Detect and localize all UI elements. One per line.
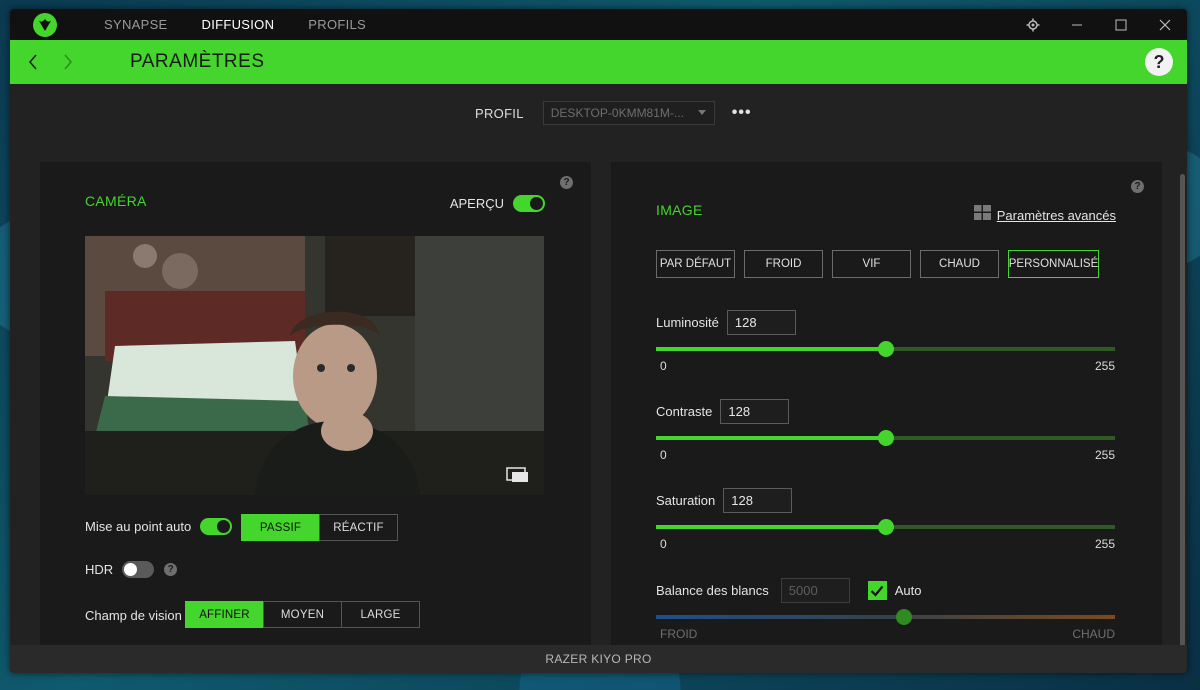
- window-controls: [1011, 9, 1187, 40]
- contrast-control: Contraste 128 0 255: [656, 399, 1115, 462]
- windows-icon: [973, 205, 991, 225]
- fov-selector: AFFINER MOYEN LARGE: [185, 601, 420, 628]
- page-title: PARAMÈTRES: [130, 51, 265, 72]
- close-icon[interactable]: [1143, 9, 1187, 40]
- contrast-slider-thumb[interactable]: [878, 430, 895, 446]
- scrollbar[interactable]: [1180, 174, 1185, 654]
- autofocus-row: Mise au point auto: [85, 518, 233, 535]
- focus-reactif-button[interactable]: RÉACTIF: [319, 514, 398, 541]
- more-options-button[interactable]: •••: [732, 104, 752, 122]
- brightness-slider[interactable]: [656, 341, 1115, 357]
- profile-value: DESKTOP-0KMM81M-...: [550, 106, 684, 120]
- hdr-help-icon[interactable]: ?: [164, 563, 178, 576]
- fov-moyen-button[interactable]: MOYEN: [263, 601, 342, 628]
- contrast-input[interactable]: 128: [720, 399, 790, 424]
- white-balance-auto-checkbox[interactable]: [867, 581, 887, 600]
- saturation-label: Saturation: [656, 493, 716, 508]
- checkmark-icon: [870, 585, 884, 597]
- razer-synapse-window: SYNAPSE DIFFUSION PROFILS PARAMÈTRES ? P…: [10, 9, 1187, 673]
- brightness-input[interactable]: 128: [726, 310, 796, 335]
- saturation-slider-thumb[interactable]: [878, 519, 895, 535]
- page-header: PARAMÈTRES ?: [10, 40, 1187, 84]
- preset-froid-button[interactable]: FROID: [744, 250, 823, 278]
- hdr-toggle[interactable]: [122, 561, 155, 578]
- preset-personnalise-button[interactable]: PERSONNALISÉ: [1008, 250, 1099, 278]
- camera-title: CAMÉRA: [85, 193, 147, 209]
- main-content: PROFIL DESKTOP-0KMM81M-... ••• ? CAMÉRA …: [10, 84, 1187, 654]
- autofocus-toggle[interactable]: [200, 518, 233, 535]
- fov-label: Champ de vision: [85, 608, 182, 623]
- device-name: RAZER KIYO PRO: [545, 652, 652, 666]
- advanced-settings-link[interactable]: Paramètres avancés: [997, 208, 1116, 223]
- contrast-slider[interactable]: [656, 430, 1115, 446]
- brightness-max: 255: [1094, 359, 1115, 373]
- brightness-label: Luminosité: [656, 315, 719, 330]
- camera-help-icon[interactable]: ?: [560, 176, 573, 189]
- camera-panel: ? CAMÉRA APERÇU Mise au point auto PASSI…: [40, 162, 591, 645]
- contrast-max: 255: [1094, 448, 1115, 462]
- white-balance-input[interactable]: 5000: [780, 578, 850, 603]
- forward-arrow-icon[interactable]: [58, 54, 78, 70]
- preset-chaud-button[interactable]: CHAUD: [920, 250, 999, 278]
- tab-profils[interactable]: PROFILS: [308, 17, 366, 32]
- advanced-settings-row: Paramètres avancés: [973, 205, 1116, 225]
- hdr-row: HDR ?: [85, 561, 178, 578]
- focus-passif-button[interactable]: PASSIF: [241, 514, 320, 541]
- brightness-control: Luminosité 128 0 255: [656, 310, 1115, 373]
- image-title: IMAGE: [656, 202, 703, 218]
- saturation-max: 255: [1094, 537, 1115, 551]
- white-balance-auto-label: Auto: [894, 583, 922, 598]
- razer-logo-icon[interactable]: [33, 12, 57, 37]
- webcam-image: [85, 236, 544, 495]
- preset-row: PAR DÉFAUT FROID VIF CHAUD PERSONNALISÉ: [656, 250, 1099, 278]
- contrast-label: Contraste: [656, 404, 713, 419]
- preview-toggle[interactable]: [513, 195, 545, 212]
- preview-toggle-row: APERÇU: [450, 195, 545, 212]
- back-arrow-icon[interactable]: [23, 54, 43, 70]
- contrast-min: 0: [660, 448, 667, 462]
- profile-label: PROFIL: [475, 105, 524, 121]
- autofocus-label: Mise au point auto: [85, 519, 192, 534]
- white-balance-label: Balance des blancs: [656, 583, 769, 598]
- white-balance-min-label: FROID: [660, 627, 698, 641]
- profile-row: PROFIL DESKTOP-0KMM81M-... •••: [475, 101, 752, 125]
- image-help-icon[interactable]: ?: [1131, 180, 1144, 193]
- saturation-slider[interactable]: [656, 519, 1115, 535]
- brightness-slider-thumb[interactable]: [878, 341, 895, 357]
- gear-icon[interactable]: [1011, 9, 1055, 40]
- help-button[interactable]: ?: [1145, 48, 1173, 76]
- profile-dropdown[interactable]: DESKTOP-0KMM81M-...: [542, 101, 715, 125]
- title-bar: SYNAPSE DIFFUSION PROFILS: [10, 9, 1187, 40]
- saturation-input[interactable]: 128: [723, 488, 793, 513]
- device-status-bar: RAZER KIYO PRO: [10, 645, 1187, 673]
- focus-mode-selector: PASSIF RÉACTIF: [241, 514, 398, 541]
- saturation-control: Saturation 128 0 255: [656, 488, 1115, 551]
- brightness-min: 0: [660, 359, 667, 373]
- preset-par-defaut-button[interactable]: PAR DÉFAUT: [656, 250, 735, 278]
- fov-large-button[interactable]: LARGE: [341, 601, 420, 628]
- chevron-down-icon: [697, 110, 706, 115]
- white-balance-slider-thumb[interactable]: [895, 609, 912, 625]
- white-balance-max-label: CHAUD: [1072, 627, 1115, 641]
- white-balance-slider[interactable]: [656, 609, 1115, 625]
- tab-diffusion[interactable]: DIFFUSION: [202, 17, 275, 32]
- image-panel: ? IMAGE Paramètres avancés PAR DÉFAUT FR…: [611, 162, 1162, 645]
- minimize-icon[interactable]: [1055, 9, 1099, 40]
- saturation-min: 0: [660, 537, 667, 551]
- fov-affiner-button[interactable]: AFFINER: [185, 601, 264, 628]
- preset-vif-button[interactable]: VIF: [832, 250, 911, 278]
- preview-label: APERÇU: [449, 196, 504, 211]
- camera-preview: [85, 236, 544, 495]
- tab-synapse[interactable]: SYNAPSE: [104, 17, 168, 32]
- white-balance-control: Balance des blancs 5000 Auto FROID CHAUD: [656, 578, 1115, 641]
- hdr-label: HDR: [85, 562, 114, 577]
- top-nav: SYNAPSE DIFFUSION PROFILS: [104, 17, 400, 32]
- fov-label-wrap: Champ de vision: [85, 607, 182, 625]
- maximize-icon[interactable]: [1099, 9, 1143, 40]
